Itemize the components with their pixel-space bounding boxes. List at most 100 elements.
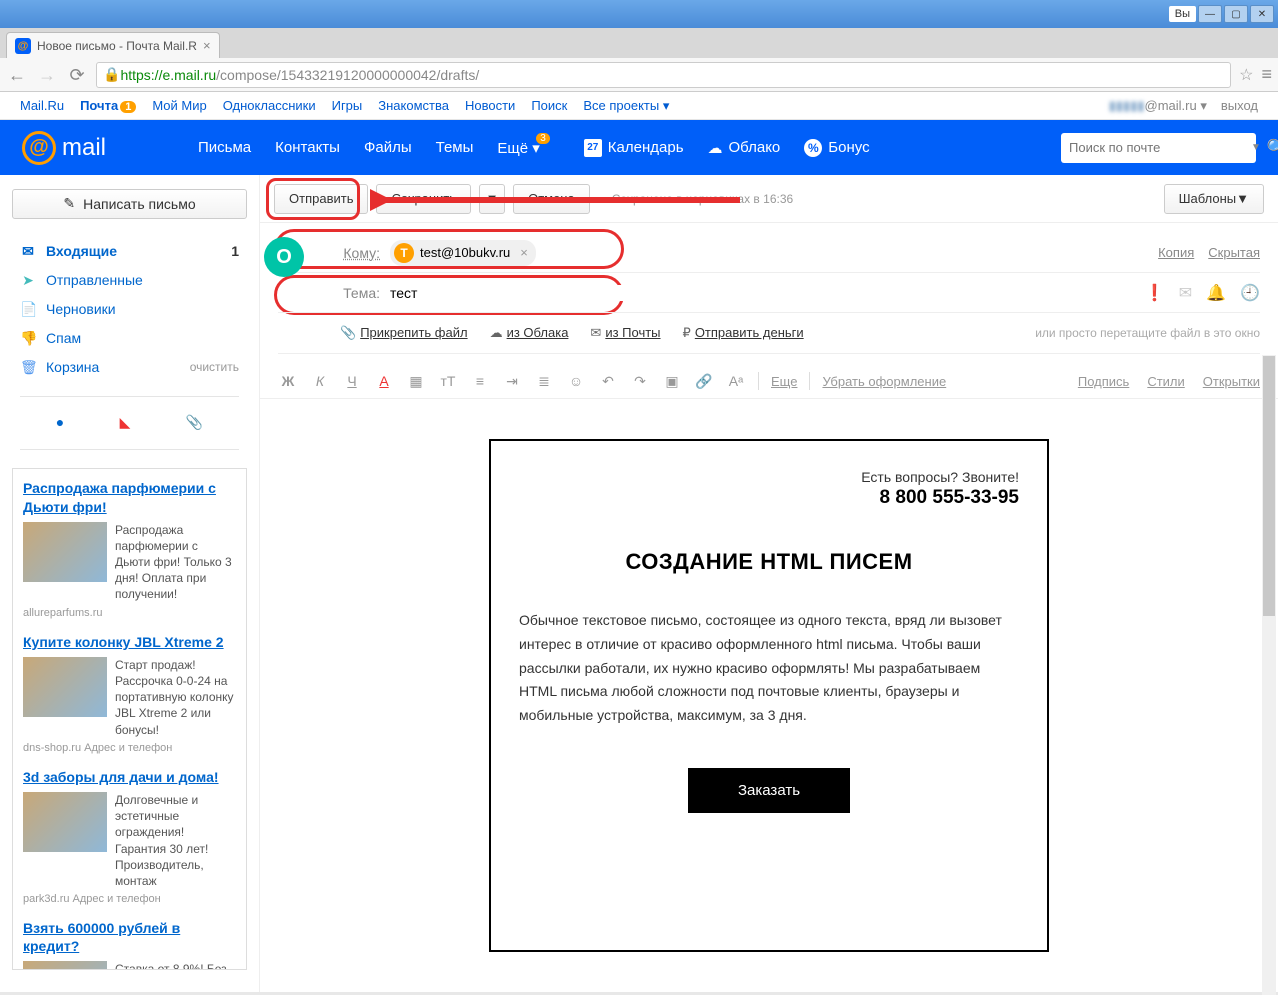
lang-indicator[interactable]: Вы: [1169, 6, 1196, 22]
portal-link[interactable]: Все проекты ▾: [583, 98, 669, 114]
back-button[interactable]: ←: [6, 64, 28, 86]
search-icon[interactable]: 🔍: [1267, 138, 1278, 158]
letter-cta-button[interactable]: Заказать: [688, 768, 850, 813]
unread-filter-icon[interactable]: ●: [56, 414, 64, 431]
portal-link[interactable]: Игры: [332, 98, 363, 113]
send-button[interactable]: Отправить: [274, 184, 368, 214]
portal-link-mail[interactable]: Почта1: [80, 98, 136, 113]
attach-mail-link[interactable]: из Почты: [605, 325, 660, 340]
nav-bonus[interactable]: % Бонус: [792, 139, 881, 157]
portal-link[interactable]: Одноклассники: [223, 98, 316, 113]
browser-menu-icon[interactable]: ≡: [1261, 64, 1272, 85]
list-button[interactable]: ≣: [534, 373, 554, 390]
forward-button[interactable]: →: [36, 64, 58, 86]
search-box[interactable]: ▼ 🔍: [1061, 133, 1256, 163]
user-email-link[interactable]: ▮▮▮▮▮@mail.ru ▾: [1109, 98, 1207, 114]
portal-link[interactable]: Новости: [465, 98, 515, 113]
folder-sent[interactable]: ➤ Отправленные: [8, 266, 251, 295]
ad-item[interactable]: Распродажа парфюмерии с Дьюти фри! Распр…: [23, 479, 236, 618]
translate-button[interactable]: Аᵃ: [726, 373, 746, 389]
ad-panel: Распродажа парфюмерии с Дьюти фри! Распр…: [12, 468, 247, 970]
close-tab-icon[interactable]: ×: [203, 38, 211, 53]
nav-themes[interactable]: Темы: [424, 139, 486, 156]
portal-link[interactable]: Mail.Ru: [20, 98, 64, 113]
nav-cloud[interactable]: ☁ Облако: [696, 139, 793, 157]
styles-link[interactable]: Стили: [1147, 374, 1184, 389]
nav-letters[interactable]: Письма: [186, 139, 263, 156]
underline-button[interactable]: Ч: [342, 373, 362, 389]
nav-calendar[interactable]: 27 Календарь: [572, 139, 696, 157]
cancel-button[interactable]: Отмена: [513, 184, 590, 214]
folder-trash[interactable]: 🗑 Корзина очистить: [8, 353, 251, 382]
emoji-button[interactable]: ☺: [566, 373, 586, 389]
reload-button[interactable]: ⟳: [66, 64, 88, 86]
empty-trash-link[interactable]: очистить: [190, 360, 239, 374]
flagged-filter-icon[interactable]: ◣: [120, 414, 131, 431]
bold-button[interactable]: Ж: [278, 373, 298, 389]
bookmark-icon[interactable]: ☆: [1239, 65, 1253, 85]
attachment-filter-icon[interactable]: 📎: [186, 414, 203, 431]
folder-spam[interactable]: 👎 Спам: [8, 324, 251, 353]
schedule-icon[interactable]: 🕘: [1240, 283, 1260, 303]
align-button[interactable]: ≡: [470, 373, 490, 389]
nav-more[interactable]: Ещё ▾3: [485, 139, 551, 157]
priority-icon[interactable]: ❗: [1145, 283, 1165, 303]
notify-icon[interactable]: 🔔: [1206, 283, 1226, 303]
scrollbar-thumb[interactable]: [1263, 356, 1275, 616]
maximize-button[interactable]: ▢: [1224, 5, 1248, 23]
folder-drafts[interactable]: 📄 Черновики: [8, 295, 251, 324]
receipt-icon[interactable]: ✉: [1179, 283, 1192, 303]
recipient-chip[interactable]: T test@10bukv.ru ×: [390, 240, 536, 266]
templates-button[interactable]: Шаблоны ▼: [1164, 184, 1264, 214]
scrollbar[interactable]: [1262, 355, 1276, 995]
bg-color-button[interactable]: ▦: [406, 373, 426, 390]
portal-link[interactable]: Поиск: [531, 98, 567, 113]
portal-link[interactable]: Мой Мир: [152, 98, 206, 113]
attach-file-link[interactable]: Прикрепить файл: [360, 325, 467, 340]
redo-button[interactable]: ↷: [630, 373, 650, 390]
minimize-button[interactable]: —: [1198, 5, 1222, 23]
browser-tab[interactable]: @ Новое письмо - Почта Mail.R ×: [6, 32, 220, 58]
to-field-row[interactable]: Кому: T test@10bukv.ru × Копия Скрытая: [278, 233, 1260, 273]
search-input[interactable]: [1069, 140, 1245, 155]
search-scope-dropdown[interactable]: ▼: [1251, 142, 1261, 153]
ad-item[interactable]: Взять 600000 рублей в кредит? Ставка от …: [23, 919, 236, 970]
subject-field-row[interactable]: Тема: ❗ ✉ 🔔 🕘: [278, 273, 1260, 313]
signature-link[interactable]: Подпись: [1078, 374, 1129, 389]
action-bar: Отправить Сохранить ▼ Отмена Сохранено в…: [260, 175, 1278, 223]
font-size-button[interactable]: тТ: [438, 373, 458, 389]
italic-button[interactable]: К: [310, 373, 330, 389]
nav-contacts[interactable]: Контакты: [263, 139, 352, 156]
folder-list: ✉ Входящие 1 ➤ Отправленные 📄 Черновики …: [8, 233, 251, 386]
message-body[interactable]: Есть вопросы? Звоните! 8 800 555-33-95 С…: [260, 399, 1278, 992]
save-dropdown[interactable]: ▼: [479, 184, 505, 214]
bcc-link[interactable]: Скрытая: [1208, 245, 1260, 260]
send-money-link[interactable]: Отправить деньги: [695, 325, 804, 340]
url-field[interactable]: 🔒 https ://e.mail.ru /compose/1543321912…: [96, 62, 1231, 88]
attach-cloud-link[interactable]: из Облака: [507, 325, 569, 340]
logo[interactable]: @ mail: [22, 131, 106, 165]
tab-title: Новое письмо - Почта Mail.R: [37, 39, 197, 53]
save-button[interactable]: Сохранить: [376, 184, 471, 214]
subject-input[interactable]: [390, 285, 1135, 301]
browser-tab-strip: @ Новое письмо - Почта Mail.R ×: [0, 28, 1278, 58]
portal-link[interactable]: Знакомства: [378, 98, 449, 113]
indent-button[interactable]: ⇥: [502, 373, 522, 390]
logout-link[interactable]: выход: [1221, 98, 1258, 114]
compose-button[interactable]: ✎ Написать письмо: [12, 189, 247, 219]
image-button[interactable]: ▣: [662, 373, 682, 390]
postcards-link[interactable]: Открытки: [1203, 374, 1260, 389]
window-titlebar: Вы — ▢ ✕: [0, 0, 1278, 28]
clear-formatting-link[interactable]: Убрать оформление: [822, 374, 946, 389]
editor-more-link[interactable]: Еще: [771, 374, 797, 389]
text-color-button[interactable]: А: [374, 373, 394, 389]
link-button[interactable]: 🔗: [694, 373, 714, 390]
ad-item[interactable]: 3d заборы для дачи и дома! Долговечные и…: [23, 768, 236, 905]
cc-link[interactable]: Копия: [1158, 245, 1194, 260]
remove-recipient-icon[interactable]: ×: [520, 245, 528, 260]
folder-inbox[interactable]: ✉ Входящие 1: [8, 237, 251, 266]
ad-item[interactable]: Купите колонку JBL Xtreme 2 Старт продаж…: [23, 633, 236, 754]
close-window-button[interactable]: ✕: [1250, 5, 1274, 23]
nav-files[interactable]: Файлы: [352, 139, 424, 156]
undo-button[interactable]: ↶: [598, 373, 618, 390]
